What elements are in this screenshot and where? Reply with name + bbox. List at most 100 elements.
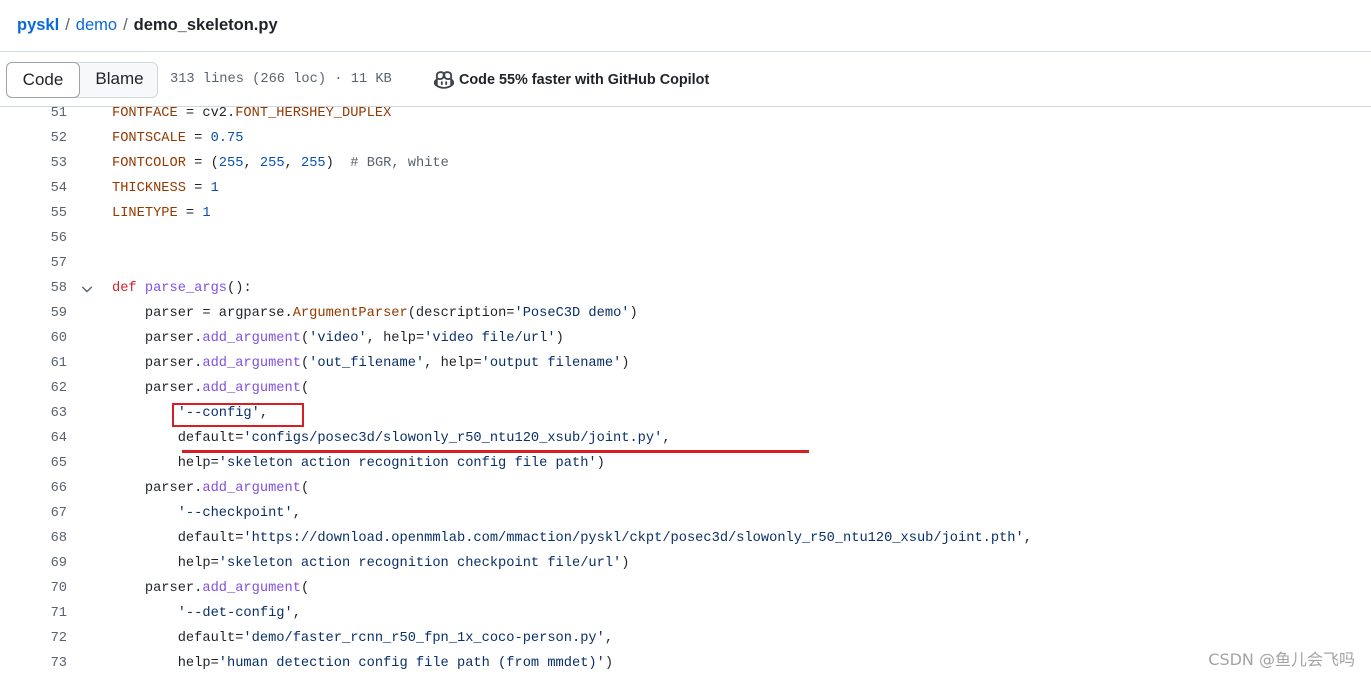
line-number[interactable]: 60 xyxy=(0,326,67,351)
code-row: 66 parser.add_argument( xyxy=(0,476,1371,501)
code-token: parser. xyxy=(112,481,203,496)
code-token: add_argument xyxy=(202,381,301,396)
line-number[interactable]: 51 xyxy=(0,107,67,126)
code-token: add_argument xyxy=(202,331,301,346)
code-line: help='skeleton action recognition checkp… xyxy=(112,551,630,576)
code-token: , xyxy=(292,606,301,621)
code-token: parser. xyxy=(112,581,203,596)
breadcrumb-separator: / xyxy=(65,16,70,34)
code-row: 51 FONTFACE = cv2.FONT_HERSHEY_DUPLEX xyxy=(0,107,1371,126)
code-row: 56 xyxy=(0,226,1371,251)
line-number[interactable]: 57 xyxy=(0,251,67,276)
code-row: 64 default='configs/posec3d/slowonly_r50… xyxy=(0,426,1371,451)
view-mode-toggle: Code Blame xyxy=(6,62,158,98)
code-token: = xyxy=(177,206,203,221)
code-token: THICKNESS xyxy=(112,181,186,196)
line-number[interactable]: 58 xyxy=(0,276,67,301)
code-token: ( xyxy=(300,356,310,371)
file-toolbar: Code Blame 313 lines (266 loc) · 11 KB C… xyxy=(0,52,1371,107)
code-row: 65 help='skeleton action recognition con… xyxy=(0,451,1371,476)
code-row: 57 xyxy=(0,251,1371,276)
code-row: 52 FONTSCALE = 0.75 xyxy=(0,126,1371,151)
code-row: 72 default='demo/faster_rcnn_r50_fpn_1x_… xyxy=(0,626,1371,651)
code-line: parser.add_argument( xyxy=(112,476,309,501)
line-number[interactable]: 52 xyxy=(0,126,67,151)
code-token: 'video file/url' xyxy=(424,331,556,346)
line-number[interactable]: 65 xyxy=(0,451,67,476)
line-number[interactable]: 62 xyxy=(0,376,67,401)
code-token: 'PoseC3D demo' xyxy=(514,306,630,321)
breadcrumb-dir-link[interactable]: demo xyxy=(76,16,117,34)
code-row: 60 parser.add_argument('video', help='vi… xyxy=(0,326,1371,351)
code-line: parser.add_argument('out_filename', help… xyxy=(112,351,630,376)
line-number[interactable]: 68 xyxy=(0,526,67,551)
line-number[interactable]: 64 xyxy=(0,426,67,451)
code-token: 'skeleton action recognition checkpoint … xyxy=(218,556,622,571)
code-row: 73 help='human detection config file pat… xyxy=(0,651,1371,676)
chevron-down-icon[interactable] xyxy=(80,276,94,301)
code-token: parser = argparse. xyxy=(112,306,293,321)
code-token: parser. xyxy=(112,381,203,396)
code-row: 69 help='skeleton action recognition che… xyxy=(0,551,1371,576)
line-number[interactable]: 61 xyxy=(0,351,67,376)
line-number[interactable]: 72 xyxy=(0,626,67,651)
code-line: help='skeleton action recognition config… xyxy=(112,451,605,476)
code-token: , xyxy=(1023,531,1032,546)
file-header: pyskl / demo / demo_skeleton.py xyxy=(0,0,1371,52)
line-number[interactable]: 66 xyxy=(0,476,67,501)
line-number[interactable]: 69 xyxy=(0,551,67,576)
copilot-icon xyxy=(434,70,454,90)
code-line: default='https://download.openmmlab.com/… xyxy=(112,526,1032,551)
code-row: 67 '--checkpoint', xyxy=(0,501,1371,526)
code-token: 'video' xyxy=(309,331,367,346)
code-token: , help= xyxy=(366,331,425,346)
code-row: 61 parser.add_argument('out_filename', h… xyxy=(0,351,1371,376)
code-line: parser.add_argument( xyxy=(112,376,309,401)
code-line: default='demo/faster_rcnn_r50_fpn_1x_coc… xyxy=(112,626,613,651)
line-number[interactable]: 67 xyxy=(0,501,67,526)
code-token: default= xyxy=(112,531,244,546)
line-number[interactable]: 55 xyxy=(0,201,67,226)
code-token: 1 xyxy=(202,206,211,221)
code-line: LINETYPE = 1 xyxy=(112,201,211,226)
code-token: add_argument xyxy=(202,356,301,371)
code-token: 'demo/faster_rcnn_r50_fpn_1x_coco-person… xyxy=(243,631,605,646)
code-token: 1 xyxy=(210,181,219,196)
code-line: parser = argparse.ArgumentParser(descrip… xyxy=(112,301,638,326)
code-token: default= xyxy=(112,431,244,446)
code-token: ) xyxy=(604,656,614,671)
code-line: FONTFACE = cv2.FONT_HERSHEY_DUPLEX xyxy=(112,107,391,126)
line-number[interactable]: 53 xyxy=(0,151,67,176)
breadcrumb-repo-link[interactable]: pyskl xyxy=(17,16,59,34)
code-token: help= xyxy=(112,556,219,571)
code-token: '--checkpoint' xyxy=(177,506,293,521)
code-line: default='configs/posec3d/slowonly_r50_nt… xyxy=(112,426,671,451)
code-token: , xyxy=(284,156,301,171)
line-number[interactable]: 54 xyxy=(0,176,67,201)
line-number[interactable]: 63 xyxy=(0,401,67,426)
line-number[interactable]: 70 xyxy=(0,576,67,601)
code-line: parser.add_argument( xyxy=(112,576,309,601)
code-token: add_argument xyxy=(202,481,301,496)
code-row: 71 '--det-config', xyxy=(0,601,1371,626)
code-token: ) xyxy=(621,356,630,371)
code-line: THICKNESS = 1 xyxy=(112,176,219,201)
line-number[interactable]: 59 xyxy=(0,301,67,326)
line-number[interactable]: 73 xyxy=(0,651,67,676)
code-token: ( xyxy=(300,581,310,596)
code-token: , xyxy=(243,156,260,171)
code-token: 'human detection config file path (from … xyxy=(218,656,605,671)
code-token: ArgumentParser xyxy=(292,306,408,321)
code-token: ) xyxy=(621,556,630,571)
code-row: 53 FONTCOLOR = (255, 255, 255) # BGR, whi… xyxy=(0,151,1371,176)
watermark: CSDN @鱼儿会飞吗 xyxy=(1208,650,1355,669)
tab-code[interactable]: Code xyxy=(6,62,80,98)
tab-blame[interactable]: Blame xyxy=(80,62,159,98)
code-token: default= xyxy=(112,631,244,646)
code-token: parser. xyxy=(112,356,203,371)
line-number[interactable]: 56 xyxy=(0,226,67,251)
line-number[interactable]: 71 xyxy=(0,601,67,626)
